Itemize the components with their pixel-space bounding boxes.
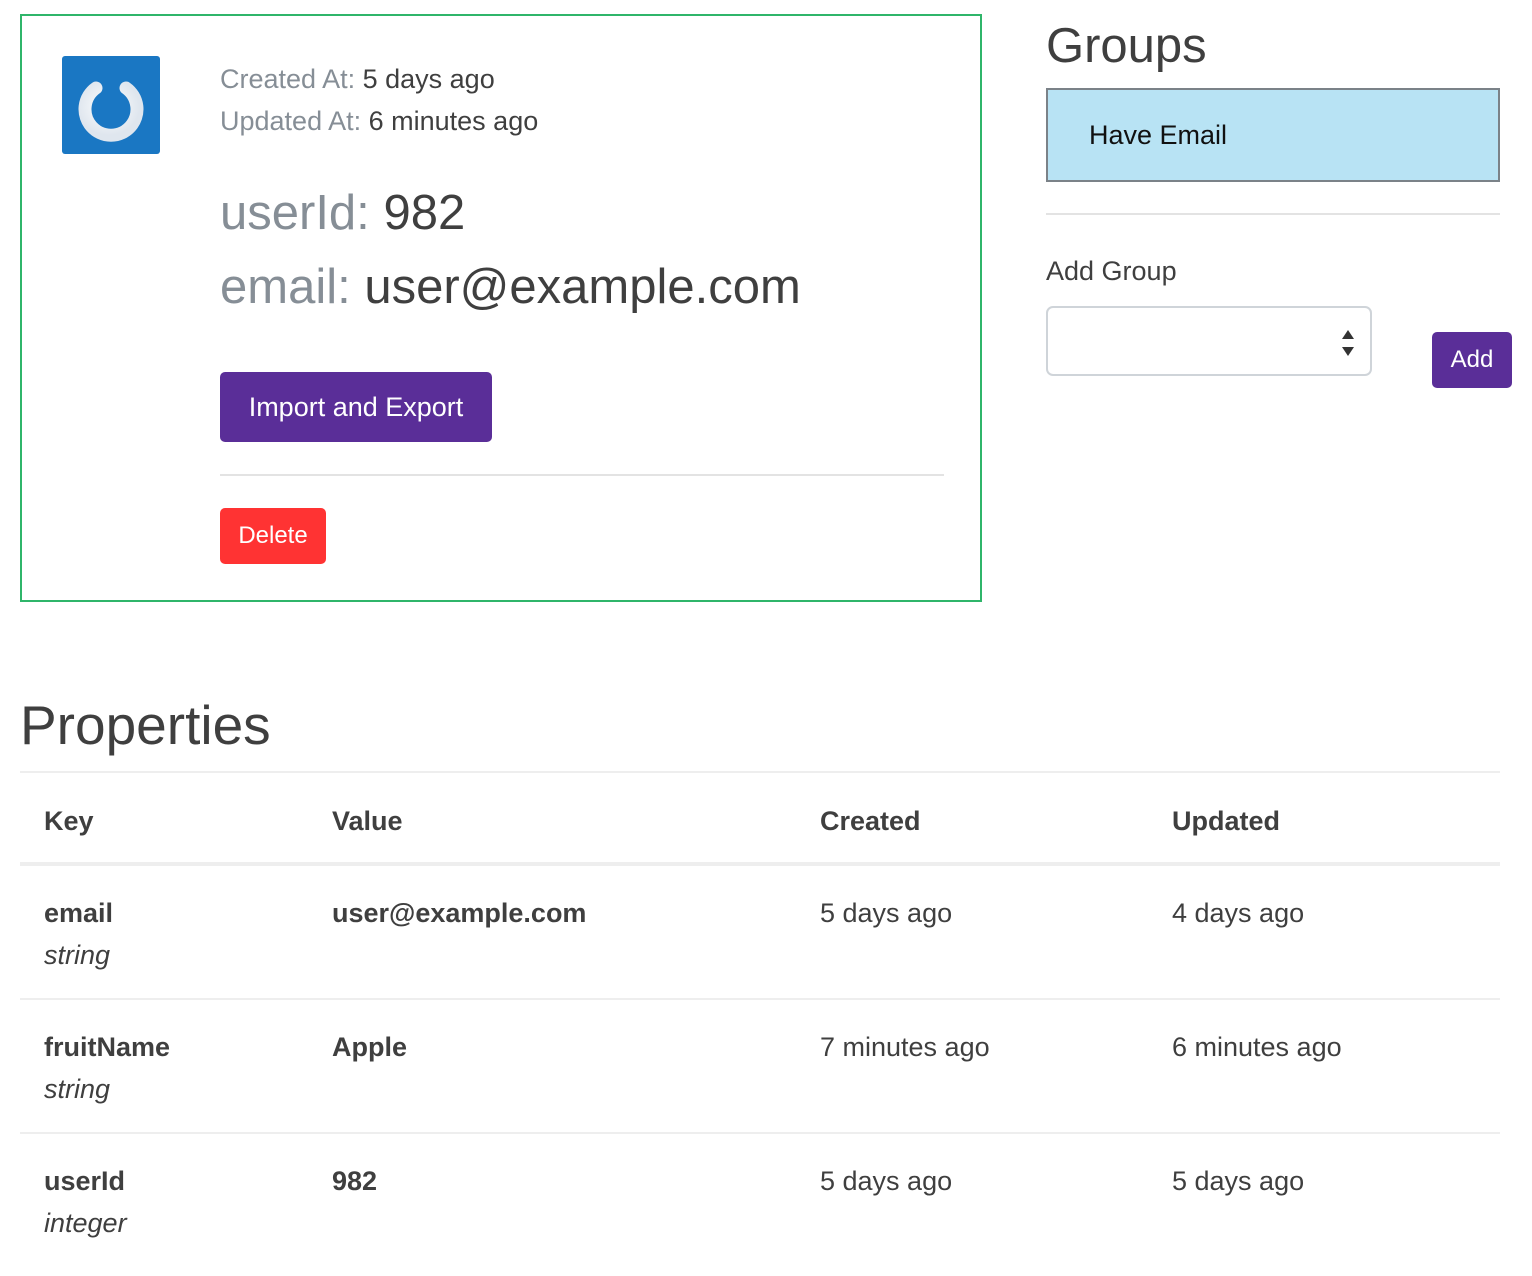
- user-id: userId: 982: [220, 184, 465, 242]
- property-key: fruitName: [44, 1032, 171, 1062]
- property-key-cell: userId integer: [44, 1164, 127, 1240]
- property-type: integer: [44, 1208, 127, 1238]
- property-key: email: [44, 898, 114, 928]
- profile-card: Created At: 5 days ago Updated At: 6 min…: [20, 14, 982, 602]
- property-created: 7 minutes ago: [820, 1032, 990, 1062]
- property-updated: 6 minutes ago: [1172, 1032, 1342, 1062]
- delete-button[interactable]: Delete: [220, 508, 326, 564]
- table-row: fruitName string Apple 7 minutes ago 6 m…: [20, 1000, 1500, 1134]
- created-at: Created At: 5 days ago: [220, 62, 495, 96]
- table-row: userId integer 982 5 days ago 5 days ago: [20, 1134, 1500, 1268]
- add-group-button[interactable]: Add: [1432, 332, 1512, 388]
- created-at-value: 5 days ago: [362, 64, 495, 94]
- table-row: email string user@example.com 5 days ago…: [20, 866, 1500, 1000]
- property-key: userId: [44, 1166, 126, 1196]
- property-created: 5 days ago: [820, 898, 953, 928]
- updated-at-label: Updated At:: [220, 106, 362, 136]
- property-type: string: [44, 1074, 111, 1104]
- updated-at: Updated At: 6 minutes ago: [220, 104, 538, 138]
- add-group-label: Add Group: [1046, 256, 1177, 286]
- properties-title: Properties: [20, 694, 271, 756]
- user-email: email: user@example.com: [220, 258, 801, 316]
- group-select[interactable]: [1046, 306, 1372, 376]
- property-updated: 5 days ago: [1172, 1166, 1305, 1196]
- column-header-key: Key: [44, 806, 94, 836]
- property-updated: 4 days ago: [1172, 898, 1305, 928]
- created-at-label: Created At:: [220, 64, 356, 94]
- card-divider: [220, 474, 944, 476]
- column-header-updated: Updated: [1172, 806, 1280, 836]
- property-type: string: [44, 940, 111, 970]
- property-created: 5 days ago: [820, 1166, 953, 1196]
- property-value: Apple: [332, 1032, 408, 1062]
- property-key-cell: fruitName string: [44, 1030, 170, 1106]
- select-arrows-icon: [1342, 330, 1354, 356]
- property-value: 982: [332, 1166, 378, 1196]
- power-icon: [78, 72, 144, 142]
- property-key-cell: email string: [44, 896, 113, 972]
- groups-title: Groups: [1046, 19, 1207, 73]
- properties-divider: [20, 771, 1500, 773]
- avatar: [62, 56, 160, 154]
- group-item[interactable]: Have Email: [1046, 88, 1500, 182]
- import-export-button[interactable]: Import and Export: [220, 372, 492, 442]
- column-header-created: Created: [820, 806, 921, 836]
- user-email-label: email:: [220, 260, 351, 314]
- user-id-value: 982: [383, 186, 466, 240]
- property-value: user@example.com: [332, 898, 587, 928]
- updated-at-value: 6 minutes ago: [368, 106, 539, 136]
- column-header-value: Value: [332, 806, 403, 836]
- user-id-label: userId:: [220, 186, 370, 240]
- groups-divider: [1046, 213, 1500, 215]
- user-email-value: user@example.com: [364, 260, 801, 314]
